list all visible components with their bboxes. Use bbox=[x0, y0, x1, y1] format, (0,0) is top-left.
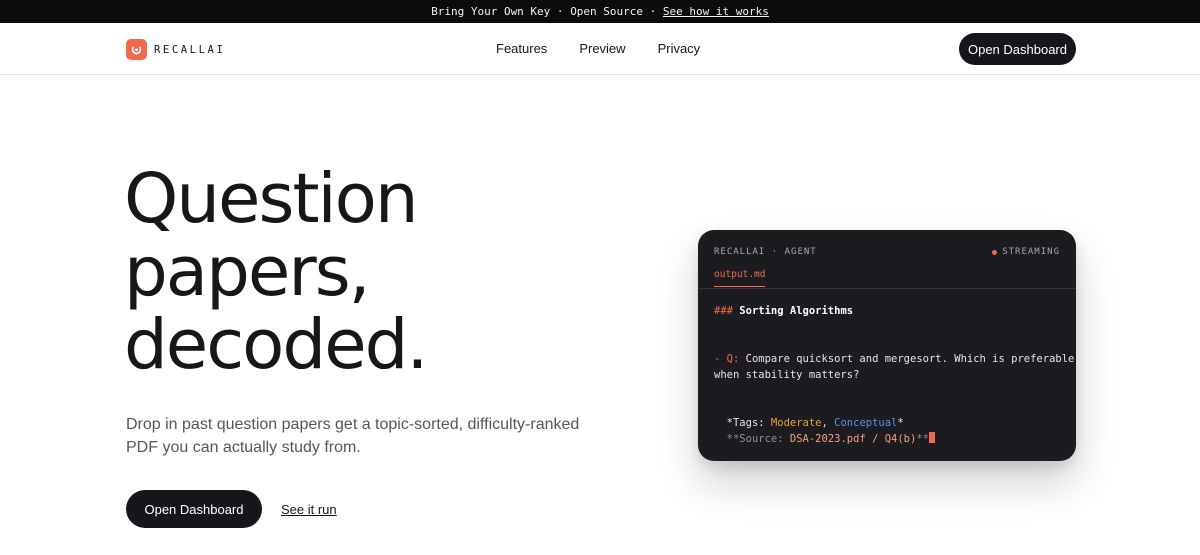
announcement-byok: Bring Your Own Key bbox=[431, 5, 551, 18]
heading-marker: ### bbox=[714, 305, 733, 317]
announcement-open-source: Open Source bbox=[570, 5, 644, 18]
hero-subtitle: Drop in past question papers get a topic… bbox=[126, 413, 596, 459]
see-it-run-link[interactable]: See it run bbox=[281, 502, 337, 517]
source-value: DSA-2023.pdf / Q4(b) bbox=[789, 433, 917, 445]
terminal-divider bbox=[698, 288, 1076, 289]
tag-moderate: Moderate bbox=[770, 417, 822, 429]
question-text-2: when stability matters? bbox=[714, 369, 860, 381]
announcement-separator: · bbox=[550, 5, 571, 18]
text-cursor-icon bbox=[928, 432, 935, 443]
nav-open-dashboard-button[interactable]: Open Dashboard bbox=[959, 33, 1076, 65]
terminal-output: ### Sorting Algorithms - Q: Compare quic… bbox=[714, 303, 1074, 447]
output-heading-line: ### Sorting Algorithms bbox=[714, 303, 1074, 319]
question-line: - Q: Compare quicksort and mergesort. Wh… bbox=[714, 351, 1074, 367]
question-label: Q: bbox=[726, 353, 740, 365]
hero-subtitle-line: Drop in past question papers get a topic… bbox=[126, 416, 580, 433]
tab-output-md[interactable]: output.md bbox=[714, 269, 766, 287]
question-text-1: Compare quicksort and mergesort. Which i… bbox=[745, 353, 1075, 365]
top-nav: RECALLAI Features Preview Privacy Open D… bbox=[0, 23, 1200, 75]
announcement-separator: · bbox=[643, 5, 663, 18]
source-prefix: **Source: bbox=[726, 433, 784, 445]
hero-title: Question papers, decoded. bbox=[124, 163, 644, 382]
nav-link-features[interactable]: Features bbox=[496, 41, 547, 56]
hero-subtitle-line: PDF you can actually study from. bbox=[126, 439, 361, 456]
brand-logo[interactable]: RECALLAI bbox=[126, 39, 225, 60]
tags-suffix: * bbox=[897, 417, 904, 429]
tag-comma: , bbox=[821, 417, 828, 429]
tags-line: *Tags: Moderate, Conceptual* bbox=[714, 415, 1074, 431]
hero-open-dashboard-button[interactable]: Open Dashboard bbox=[126, 490, 262, 528]
bullet-marker: - bbox=[714, 353, 721, 365]
tag-conceptual: Conceptual bbox=[834, 417, 898, 429]
status-dot-icon bbox=[992, 249, 998, 255]
announcement-bar: Bring Your Own Key · Open Source · See h… bbox=[0, 0, 1200, 23]
terminal-status: STREAMING bbox=[992, 247, 1060, 257]
brand-name: RECALLAI bbox=[154, 43, 226, 56]
status-label: STREAMING bbox=[1002, 247, 1060, 257]
terminal-header: RECALLAI · AGENT bbox=[714, 247, 817, 257]
hero-title-line: Question bbox=[124, 159, 419, 239]
source-line: **Source: DSA-2023.pdf / Q4(b)** bbox=[714, 431, 1074, 447]
nav-link-preview[interactable]: Preview bbox=[579, 41, 625, 56]
nav-link-privacy[interactable]: Privacy bbox=[658, 41, 701, 56]
see-how-it-works-link[interactable]: See how it works bbox=[663, 5, 769, 18]
nav-links: Features Preview Privacy bbox=[496, 41, 700, 56]
source-suffix: ** bbox=[916, 433, 929, 445]
brand-mark-icon bbox=[126, 39, 147, 60]
output-heading: Sorting Algorithms bbox=[739, 305, 854, 317]
tags-prefix: *Tags: bbox=[726, 417, 765, 429]
hero-title-line: papers, bbox=[124, 232, 371, 312]
hero-title-line: decoded. bbox=[124, 305, 428, 385]
agent-terminal-preview: RECALLAI · AGENT STREAMING output.md ###… bbox=[698, 230, 1076, 461]
